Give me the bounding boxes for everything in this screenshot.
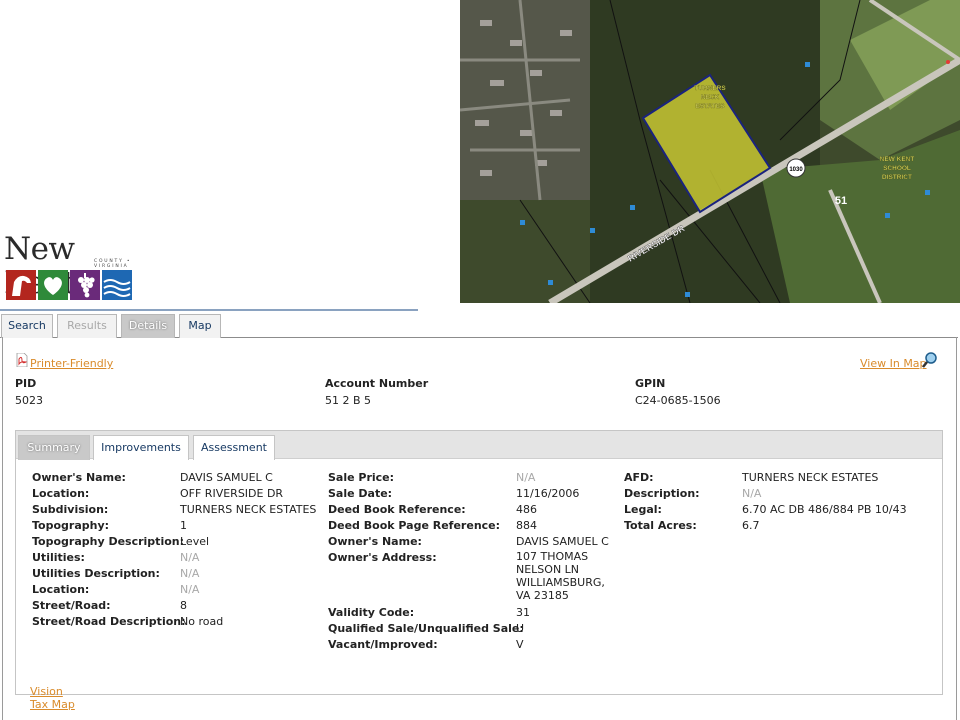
grapes-icon: [70, 270, 100, 300]
address-line-1: 107 THOMAS: [516, 550, 589, 563]
parcel-map[interactable]: TURNERS NECK ESTATES NEW KENT SCHOOL DIS…: [460, 0, 960, 303]
tab-results[interactable]: Results: [57, 314, 117, 338]
magnifier-icon[interactable]: [922, 352, 938, 368]
vacant-improved-value: V: [516, 638, 524, 651]
deed-book-reference-label: Deed Book Reference:: [328, 503, 466, 516]
address-line-3: WILLIAMSBURG,: [516, 576, 605, 589]
view-in-map-link[interactable]: View In Map: [860, 357, 927, 370]
account-number-label: Account Number: [325, 377, 429, 390]
deed-book-page-reference-label: Deed Book Page Reference:: [328, 519, 501, 532]
utilities-value: N/A: [180, 551, 200, 564]
utilities-description-value: N/A: [180, 567, 200, 580]
owners-address-label: Owner's Address:: [328, 551, 437, 564]
tab-assessment[interactable]: Assessment: [193, 435, 275, 460]
validity-code-value: 31: [516, 606, 530, 619]
logo-icons: [6, 270, 132, 300]
gpin-label: GPIN: [635, 377, 666, 390]
topography-description-label: Topography Description:: [32, 535, 185, 548]
deed-book-reference-value: 486: [516, 503, 537, 516]
topography-value: 1: [180, 519, 187, 532]
horse-icon: [6, 270, 36, 300]
owners-name-label: Owner's Name:: [32, 471, 126, 484]
legal-label: Legal:: [624, 503, 662, 516]
water-icon: [102, 270, 132, 300]
county-logo: New Kent COUNTY • VIRGINIA: [4, 232, 154, 304]
topography-label: Topography:: [32, 519, 110, 532]
school-label-1: NEW KENT: [880, 156, 915, 163]
subdivision-label: Subdivision:: [32, 503, 109, 516]
owners-name-2-value: DAVIS SAMUEL C: [516, 535, 609, 548]
owners-address-value: 107 THOMAS NELSON LN WILLIAMSBURG, VA 23…: [516, 550, 605, 602]
tab-summary[interactable]: Summary: [18, 435, 90, 460]
sale-price-label: Sale Price:: [328, 471, 395, 484]
sale-date-label: Sale Date:: [328, 487, 393, 500]
total-acres-label: Total Acres:: [624, 519, 697, 532]
aerial-map-image: TURNERS NECK ESTATES NEW KENT SCHOOL DIS…: [460, 0, 960, 303]
parcel-label-3: ESTATES: [695, 103, 725, 110]
qualified-sale-value: U: [516, 622, 525, 635]
owners-name-value: DAVIS SAMUEL C: [180, 471, 273, 484]
inner-tab-bar: Summary Improvements Assessment: [16, 431, 942, 460]
tab-improvements[interactable]: Improvements: [93, 435, 189, 460]
utilities-label: Utilities:: [32, 551, 85, 564]
logo-subtitle: COUNTY • VIRGINIA: [94, 259, 132, 269]
school-label-3: DISTRICT: [882, 174, 912, 181]
afd-label: AFD:: [624, 471, 654, 484]
tab-search[interactable]: Search: [1, 314, 53, 338]
parcel-label-1: TURNERS: [694, 85, 726, 92]
address-line-2: NELSON LN: [516, 563, 580, 576]
deed-book-page-reference-value: 884: [516, 519, 537, 532]
details-panel: Printer-Friendly View In Map PID 5023 Ac…: [2, 337, 957, 720]
sale-date-value: 11/16/2006: [516, 487, 580, 500]
pid-value: 5023: [15, 394, 43, 407]
pdf-icon: [16, 353, 28, 367]
description-value: N/A: [742, 487, 762, 500]
location-value: OFF RIVERSIDE DR: [180, 487, 284, 500]
tab-bar-divider: [0, 309, 418, 311]
afd-value: TURNERS NECK ESTATES: [742, 471, 879, 484]
street-road-value: 8: [180, 599, 187, 612]
tax-map-link[interactable]: Tax Map: [30, 698, 75, 711]
account-number-value: 51 2 B 5: [325, 394, 372, 407]
street-road-label: Street/Road:: [32, 599, 111, 612]
validity-code-label: Validity Code:: [328, 606, 415, 619]
qualified-sale-label: Qualified Sale/Unqualified Sale:: [328, 622, 524, 635]
route-number: 51: [835, 195, 847, 207]
location-2-value: N/A: [180, 583, 200, 596]
location-2-label: Location:: [32, 583, 90, 596]
heart-icon: [38, 270, 68, 300]
bottom-links: Vision Tax Map: [30, 685, 75, 711]
address-line-4: VA 23185: [516, 589, 569, 602]
subdivision-value: TURNERS NECK ESTATES: [180, 503, 317, 516]
vacant-improved-label: Vacant/Improved:: [328, 638, 438, 651]
gpin-value: C24-0685-1506: [635, 394, 721, 407]
description-label: Description:: [624, 487, 700, 500]
legal-value: 6.70 AC DB 486/884 PB 10/43: [742, 503, 907, 516]
pid-label: PID: [15, 377, 37, 390]
topography-description-value: Level: [180, 535, 210, 548]
utilities-description-label: Utilities Description:: [32, 567, 160, 580]
tab-details[interactable]: Details: [121, 314, 175, 338]
field-row: Owner's Name:: [32, 470, 126, 486]
school-label-2: SCHOOL: [883, 165, 911, 172]
location-label: Location:: [32, 487, 90, 500]
parcel-label-2: NECK: [701, 94, 720, 101]
vision-link[interactable]: Vision: [30, 685, 63, 698]
street-road-description-label: Street/Road Description:: [32, 615, 186, 628]
route-shield: 1030: [789, 167, 803, 173]
total-acres-value: 6.7: [742, 519, 760, 532]
tab-map[interactable]: Map: [179, 314, 221, 338]
street-road-description-value: No road: [180, 615, 224, 628]
main-tab-bar: Search Results Details Map: [0, 309, 960, 339]
owners-name-2-label: Owner's Name:: [328, 535, 422, 548]
sale-price-value: N/A: [516, 471, 536, 484]
printer-friendly-link[interactable]: Printer-Friendly: [30, 357, 113, 370]
